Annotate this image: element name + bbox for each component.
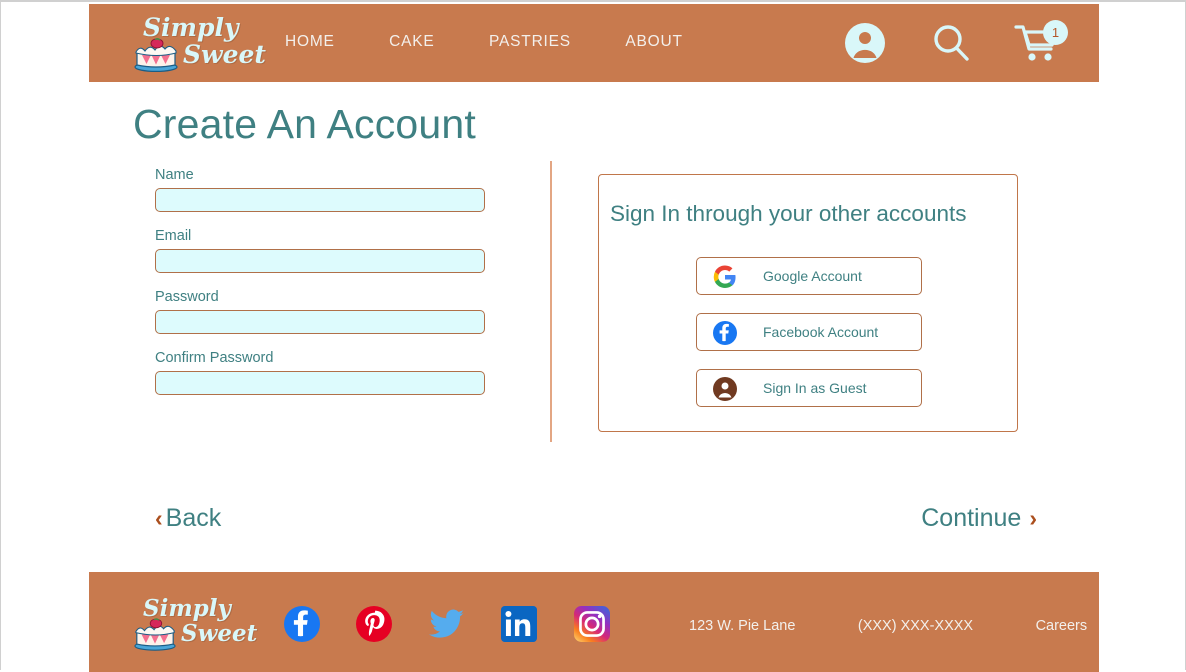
continue-button[interactable]: Continue ›	[921, 504, 1037, 533]
field-password: Password	[155, 289, 490, 334]
field-confirm-password: Confirm Password	[155, 350, 490, 395]
name-input[interactable]	[155, 188, 485, 212]
footer-logo-text-line2: Sweet	[181, 620, 258, 647]
facebook-icon[interactable]	[284, 606, 320, 642]
signup-form: Name Email Password Confirm Password	[155, 167, 490, 411]
field-label-name: Name	[155, 167, 194, 183]
guest-person-icon	[713, 377, 737, 401]
footer-logo-text-line1: Simply	[143, 595, 231, 622]
linkedin-icon[interactable]	[501, 606, 538, 642]
cart-badge-count: 1	[1043, 20, 1068, 45]
twitter-icon[interactable]	[428, 606, 465, 642]
chevron-left-icon: ‹	[155, 505, 163, 531]
field-label-password: Password	[155, 289, 219, 305]
app-window: Simply Sweet HOME CAKE PASTRIES ABOUT 1 …	[0, 0, 1186, 672]
back-button-label: Back	[165, 504, 222, 532]
guest-signin-label: Sign In as Guest	[763, 380, 867, 396]
cart-icon[interactable]: 1	[1014, 20, 1068, 66]
logo-text-line2: Sweet	[183, 40, 266, 69]
field-email: Email	[155, 228, 490, 273]
facebook-signin-button[interactable]: Facebook Account	[696, 313, 922, 351]
footer-address: 123 W. Pie Lane	[689, 618, 796, 634]
field-label-email: Email	[155, 228, 192, 244]
instagram-icon[interactable]	[573, 606, 610, 642]
footer-logo[interactable]: Simply Sweet	[131, 594, 261, 656]
cake-icon	[133, 618, 177, 654]
pinterest-icon[interactable]	[356, 606, 393, 642]
google-signin-button[interactable]: Google Account	[696, 257, 922, 295]
email-input[interactable]	[155, 249, 485, 273]
social-links	[284, 606, 610, 642]
confirm-password-input[interactable]	[155, 371, 485, 395]
social-signin-panel: Sign In through your other accounts Goog…	[598, 174, 1018, 432]
search-icon[interactable]	[930, 22, 972, 64]
guest-signin-button[interactable]: Sign In as Guest	[696, 369, 922, 407]
footer-phone: (XXX) XXX-XXXX	[857, 618, 974, 634]
nav-link-about[interactable]: ABOUT	[625, 33, 682, 51]
facebook-signin-label: Facebook Account	[763, 324, 879, 340]
page-band: Simply Sweet HOME CAKE PASTRIES ABOUT 1 …	[89, 4, 1099, 672]
back-button[interactable]: ‹ Back	[155, 504, 221, 533]
page-title: Create An Account	[133, 101, 477, 147]
logo-text-line1: Simply	[143, 13, 239, 42]
password-input[interactable]	[155, 310, 485, 334]
main-navigation: HOME CAKE PASTRIES ABOUT	[285, 33, 683, 55]
site-footer: Simply Sweet 123 W. Pie Lane (XXX) XXX-X…	[89, 572, 1099, 672]
account-icon[interactable]	[844, 22, 886, 64]
google-signin-label: Google Account	[763, 268, 862, 284]
field-name: Name	[155, 167, 490, 212]
header-icon-group: 1	[829, 4, 1099, 82]
header-logo[interactable]: Simply Sweet	[131, 12, 266, 75]
signin-panel-heading: Sign In through your other accounts	[610, 201, 967, 226]
site-header: Simply Sweet HOME CAKE PASTRIES ABOUT 1	[89, 4, 1099, 82]
facebook-icon	[713, 321, 737, 345]
footer-info: 123 W. Pie Lane (XXX) XXX-XXXX Careers	[689, 617, 1087, 637]
field-label-confirm-password: Confirm Password	[155, 350, 274, 366]
nav-link-cake[interactable]: CAKE	[389, 33, 434, 51]
vertical-divider	[550, 161, 552, 442]
nav-link-home[interactable]: HOME	[285, 33, 335, 51]
google-icon	[713, 265, 737, 289]
footer-careers-link[interactable]: Careers	[1036, 618, 1088, 634]
continue-button-label: Continue	[921, 504, 1022, 532]
cake-icon	[133, 38, 179, 75]
chevron-right-icon: ›	[1029, 505, 1037, 531]
nav-link-pastries[interactable]: PASTRIES	[489, 33, 571, 51]
